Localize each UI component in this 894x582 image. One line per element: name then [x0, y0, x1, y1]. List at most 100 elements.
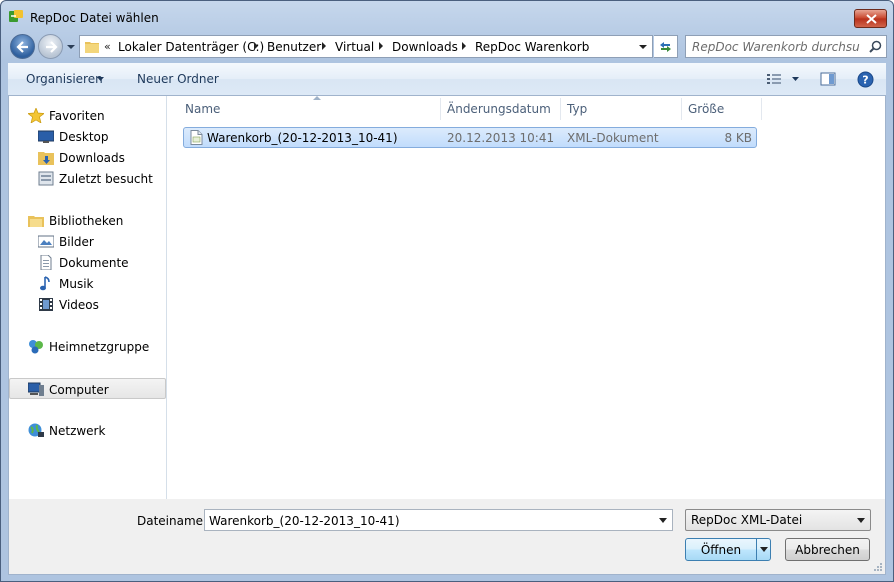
- nav-label: Zuletzt besucht: [59, 172, 153, 186]
- command-toolbar: Organisieren Neuer Ordner ?: [8, 63, 886, 96]
- refresh-button[interactable]: [654, 35, 678, 58]
- open-options-dropdown-icon[interactable]: [760, 547, 768, 552]
- documents-icon: [40, 255, 52, 270]
- nav-label: Downloads: [59, 151, 125, 165]
- nav-network[interactable]: Netzwerk: [9, 420, 166, 441]
- nav-homegroup[interactable]: Heimnetzgruppe: [9, 336, 166, 357]
- nav-documents[interactable]: Dokumente: [9, 252, 166, 273]
- recent-places-icon: [38, 171, 54, 186]
- filename-label: Dateiname:: [137, 514, 208, 528]
- help-icon[interactable]: ?: [857, 71, 874, 88]
- videos-icon: [39, 298, 53, 311]
- search-icon[interactable]: [869, 40, 882, 53]
- recent-pages-dropdown-icon[interactable]: [66, 43, 76, 51]
- nav-music[interactable]: Musik: [9, 273, 166, 294]
- star-icon: [28, 108, 44, 123]
- overflow-chevron[interactable]: «: [104, 40, 111, 53]
- file-type: XML-Dokument: [567, 131, 659, 145]
- breadcrumb-separator-icon[interactable]: [253, 41, 259, 51]
- filename-input[interactable]: [209, 513, 649, 528]
- new-folder-button[interactable]: Neuer Ordner: [137, 72, 219, 86]
- title-bar[interactable]: RepDoc Datei wählen: [1, 1, 893, 31]
- nav-computer[interactable]: Computer: [9, 378, 166, 399]
- nav-desktop[interactable]: Desktop: [9, 126, 166, 147]
- navigation-pane: Favoriten Desktop Downloads Zuletzt besu…: [9, 96, 167, 499]
- xml-file-icon: [190, 130, 203, 145]
- nav-label: Musik: [59, 277, 94, 291]
- svg-text:?: ?: [862, 74, 868, 87]
- network-icon: [28, 423, 44, 437]
- pictures-icon: [38, 235, 54, 248]
- nav-downloads[interactable]: Downloads: [9, 147, 166, 168]
- content-area: Favoriten Desktop Downloads Zuletzt besu…: [8, 96, 886, 499]
- view-dropdown-icon[interactable]: [792, 77, 799, 81]
- computer-icon: [28, 382, 44, 396]
- breadcrumb-downloads[interactable]: Downloads: [392, 40, 458, 54]
- bottom-panel: Dateiname: RepDoc XML-Datei Öffnen Abbre…: [8, 499, 886, 575]
- preview-pane-icon[interactable]: [820, 71, 836, 87]
- open-button-label: Öffnen: [700, 543, 742, 557]
- column-header-type[interactable]: Typ: [561, 96, 681, 122]
- column-header-label: Größe: [688, 102, 725, 116]
- nav-libraries[interactable]: Bibliotheken: [9, 210, 166, 231]
- app-icon: [9, 10, 23, 22]
- nav-label: Dokumente: [59, 256, 129, 270]
- open-button[interactable]: Öffnen: [685, 538, 771, 561]
- breadcrumb-users[interactable]: Benutzer: [267, 40, 321, 54]
- table-row[interactable]: Warenkorb_(20-12-2013_10-41) 20.12.2013 …: [183, 127, 757, 148]
- file-type-filter-select[interactable]: RepDoc XML-Datei: [685, 509, 871, 531]
- arrow-left-icon: [16, 41, 28, 53]
- file-date: 20.12.2013 10:41: [447, 131, 555, 145]
- column-header-label: Änderungsdatum: [447, 102, 551, 116]
- breadcrumb-separator-icon[interactable]: [461, 41, 467, 51]
- nav-recent-places[interactable]: Zuletzt besucht: [9, 168, 166, 189]
- nav-videos[interactable]: Videos: [9, 294, 166, 315]
- desktop-icon: [38, 130, 54, 143]
- view-options-icon[interactable]: [766, 71, 782, 87]
- folder-icon: [85, 42, 99, 53]
- organize-dropdown-icon[interactable]: [97, 77, 104, 81]
- nav-pictures[interactable]: Bilder: [9, 231, 166, 252]
- close-button[interactable]: [854, 9, 887, 28]
- breadcrumb-separator-icon[interactable]: [378, 41, 384, 51]
- file-name: Warenkorb_(20-12-2013_10-41): [207, 131, 398, 145]
- forward-button[interactable]: [38, 34, 63, 59]
- column-header-label: Name: [185, 102, 221, 116]
- search-input[interactable]: [692, 39, 860, 55]
- column-header-date[interactable]: Änderungsdatum: [441, 96, 560, 122]
- column-header-size[interactable]: Größe: [682, 96, 761, 122]
- organize-button[interactable]: Organisieren: [26, 72, 103, 86]
- column-header-label: Typ: [567, 102, 588, 116]
- refresh-icon: [660, 42, 671, 52]
- breadcrumb-virtual[interactable]: Virtual: [335, 40, 374, 54]
- column-header-name[interactable]: Name: [179, 96, 440, 122]
- cancel-button[interactable]: Abbrechen: [785, 538, 870, 561]
- back-button[interactable]: [10, 34, 35, 59]
- nav-label: Bilder: [59, 235, 94, 249]
- window-title: RepDoc Datei wählen: [30, 11, 159, 25]
- close-icon: [866, 14, 877, 24]
- breadcrumb-separator-icon[interactable]: [321, 41, 327, 51]
- nav-label: Bibliotheken: [49, 214, 124, 228]
- nav-favorites[interactable]: Favoriten: [9, 105, 166, 126]
- cancel-button-label: Abbrechen: [795, 543, 860, 557]
- downloads-folder-icon: [38, 152, 54, 165]
- chevron-down-icon[interactable]: [659, 518, 667, 523]
- navigation-row: « Lokaler Datenträger (C:) Benutzer Virt…: [1, 31, 893, 61]
- file-open-dialog: RepDoc Datei wählen « Lokaler Datenträge…: [0, 0, 894, 582]
- homegroup-icon: [29, 340, 43, 354]
- file-size: 8 KB: [724, 131, 752, 145]
- filename-combobox[interactable]: [204, 509, 673, 531]
- nav-label: Favoriten: [49, 109, 105, 123]
- address-bar[interactable]: « Lokaler Datenträger (C:) Benutzer Virt…: [79, 35, 653, 58]
- column-divider[interactable]: [761, 98, 762, 120]
- breadcrumb-drive[interactable]: Lokaler Datenträger (C:): [118, 40, 264, 54]
- nav-label: Videos: [59, 298, 99, 312]
- split-divider: [756, 539, 757, 560]
- nav-label: Heimnetzgruppe: [49, 340, 150, 354]
- nav-label: Desktop: [59, 130, 109, 144]
- address-dropdown-icon[interactable]: [638, 44, 648, 50]
- search-box[interactable]: [685, 35, 887, 58]
- resize-grip-icon[interactable]: [873, 562, 883, 572]
- breadcrumb-repdoc-warenkorb[interactable]: RepDoc Warenkorb: [475, 40, 589, 54]
